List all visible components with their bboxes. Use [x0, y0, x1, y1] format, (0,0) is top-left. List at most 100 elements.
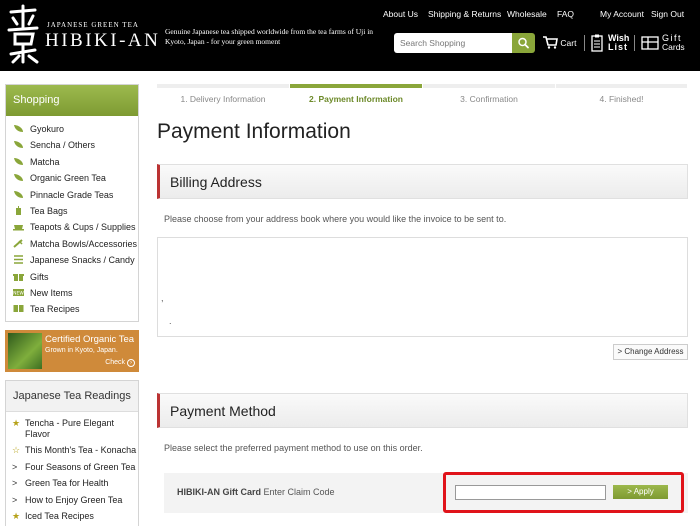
tea-leaf-icon [13, 188, 24, 198]
organic-tea-promo[interactable]: Certified Organic Tea Grown in Kyoto, Ja… [5, 329, 139, 372]
step-confirmation: 3. Confirmation [423, 84, 555, 104]
logo-subtitle: JAPANESE GREEN TEA [47, 21, 139, 29]
reading-item-label: Tencha - Pure Elegant Flavor [25, 417, 115, 439]
sidebar-item[interactable]: Teapots & Cups / Supplies [6, 219, 138, 235]
reading-item[interactable]: > Four Seasons of Green Tea [6, 462, 138, 473]
search-button[interactable] [512, 33, 535, 53]
sidebar-item[interactable]: Gifts [6, 269, 138, 285]
nav-my-account[interactable]: My Account [600, 9, 644, 19]
book-icon [13, 302, 24, 313]
reading-item[interactable]: > How to Enjoy Green Tea [6, 495, 138, 506]
reading-item[interactable]: ☆ This Month's Tea - Konacha [6, 445, 138, 456]
claim-code-input[interactable] [455, 485, 606, 500]
chevron-right-icon: > [12, 494, 18, 505]
svg-text:NEW: NEW [13, 290, 24, 296]
step-payment: 2. Payment Information [290, 84, 422, 104]
readings-menu: Japanese Tea Readings ★ Tencha - Pure Ele… [5, 379, 139, 526]
step-delivery: 1. Delivery Information [157, 84, 289, 104]
sidebar-item-label: Gifts [30, 271, 49, 282]
site-logo[interactable]: JAPANESE GREEN TEA HIBIKI-AN [5, 4, 158, 66]
tagline: Genuine Japanese tea shipped worldwide f… [165, 27, 374, 46]
header-divider [634, 35, 635, 51]
change-address-button[interactable]: > Change Address [613, 344, 688, 360]
step-finished: 4. Finished! [556, 84, 687, 104]
promo-check-link[interactable]: Check › [105, 358, 135, 367]
sidebar-item[interactable]: Tea Bags [6, 203, 138, 219]
sidebar-item-label: Japanese Snacks / Candy [30, 255, 135, 266]
nav-sign-out[interactable]: Sign Out [651, 9, 684, 19]
payment-description: Please select the preferred payment meth… [164, 443, 423, 453]
star-outline-icon: ☆ [12, 445, 21, 456]
search-icon [518, 37, 529, 49]
promo-title: Certified Organic Tea [45, 333, 135, 345]
reading-item[interactable]: ★ Tencha - Pure Elegant Flavor [6, 418, 138, 440]
tea-leaf-icon [13, 138, 24, 149]
teapot-icon [13, 220, 24, 231]
apply-button[interactable]: > Apply [613, 485, 668, 499]
gift-cards-label-2: Cards [662, 42, 685, 52]
sidebar-item[interactable]: Japanese Snacks / Candy [6, 252, 138, 268]
readings-list: ★ Tencha - Pure Elegant Flavor ☆ This Month… [6, 412, 138, 523]
nav-shipping-returns[interactable]: Shipping & Returns [428, 9, 501, 19]
cart-icon [543, 36, 558, 49]
sidebar-item-label: Pinnacle Grade Teas [30, 189, 114, 200]
shopping-list: Gyokuro Sencha / Others Matcha Organic Gree… [6, 116, 138, 321]
chevron-right-icon: > [12, 478, 18, 489]
tea-leaf-icon [13, 171, 24, 182]
chevron-right-icon: > [12, 461, 18, 472]
page-title: Payment Information [157, 120, 351, 143]
address-line: , [161, 293, 164, 303]
sidebar-item[interactable]: Sencha / Others [6, 137, 138, 153]
sidebar-item[interactable]: Matcha Bowls/Accessories [6, 236, 138, 252]
sidebar-item-label: Organic Green Tea [30, 173, 106, 184]
logo-title: HIBIKI-AN [45, 30, 161, 51]
sidebar-item[interactable]: Matcha [6, 154, 138, 170]
reading-item-label: Green Tea for Health [25, 478, 109, 489]
star-icon: ★ [12, 417, 21, 428]
sidebar-item-label: Sencha / Others [30, 140, 96, 151]
shopping-title: Shopping [6, 85, 138, 116]
readings-title: Japanese Tea Readings [6, 380, 138, 412]
sidebar-item[interactable]: Gyokuro [6, 121, 138, 137]
checkout-steps: 1. Delivery Information 2. Payment Infor… [157, 84, 687, 104]
wishlist-label-2: List [608, 42, 629, 52]
clipboard-icon [591, 34, 603, 52]
sidebar-item-label: Tea Bags [30, 205, 68, 216]
sidebar-item-label: Tea Recipes [30, 304, 80, 315]
payment-method-heading: Payment Method [157, 393, 688, 428]
logo-kanji-icon [7, 4, 39, 64]
snack-icon [13, 253, 24, 264]
whisk-icon [13, 237, 24, 248]
sidebar-item[interactable]: Tea Recipes [6, 301, 138, 317]
sidebar-item-label: Matcha [30, 156, 60, 167]
tea-field-image [8, 332, 42, 369]
nav-wholesale[interactable]: Wholesale [507, 9, 547, 19]
header-divider [584, 35, 585, 51]
new-badge-icon: NEW [13, 286, 24, 296]
reading-item[interactable]: ★ Iced Tea Recipes [6, 511, 138, 522]
cart-link[interactable]: Cart [542, 33, 576, 53]
gift-card-icon [641, 36, 659, 50]
sidebar-item-label: Teapots & Cups / Supplies [30, 222, 136, 233]
billing-address-box: , . [157, 237, 688, 337]
star-icon: ★ [12, 511, 21, 522]
gift-card-label: HIBIKI-AN Gift Card Enter Claim Code [177, 487, 335, 497]
shopping-menu: Shopping Gyokuro Sencha / Others Matcha Org… [5, 84, 139, 322]
tea-leaf-icon [13, 155, 24, 165]
sidebar-item[interactable]: NEW New Items [6, 285, 138, 301]
cart-label: Cart [560, 38, 577, 48]
reading-item-label: How to Enjoy Green Tea [25, 494, 123, 505]
promo-subtitle: Grown in Kyoto, Japan. [45, 346, 118, 354]
sidebar-item-label: Gyokuro [30, 124, 65, 134]
promo-check-label: Check [105, 358, 126, 366]
tea-leaf-icon [13, 122, 24, 132]
search-input[interactable]: Search Shopping [394, 33, 512, 53]
nav-faq[interactable]: FAQ [557, 9, 574, 19]
reading-item[interactable]: > Green Tea for Health [6, 478, 138, 489]
sidebar-item[interactable]: Pinnacle Grade Teas [6, 187, 138, 203]
address-line: . [169, 316, 172, 326]
reading-item-label: This Month's Tea - Konacha [25, 445, 137, 456]
nav-about-us[interactable]: About Us [383, 9, 418, 19]
sidebar-item[interactable]: Organic Green Tea [6, 170, 138, 186]
gift-card-label-bold: HIBIKI-AN Gift Card [177, 487, 261, 497]
